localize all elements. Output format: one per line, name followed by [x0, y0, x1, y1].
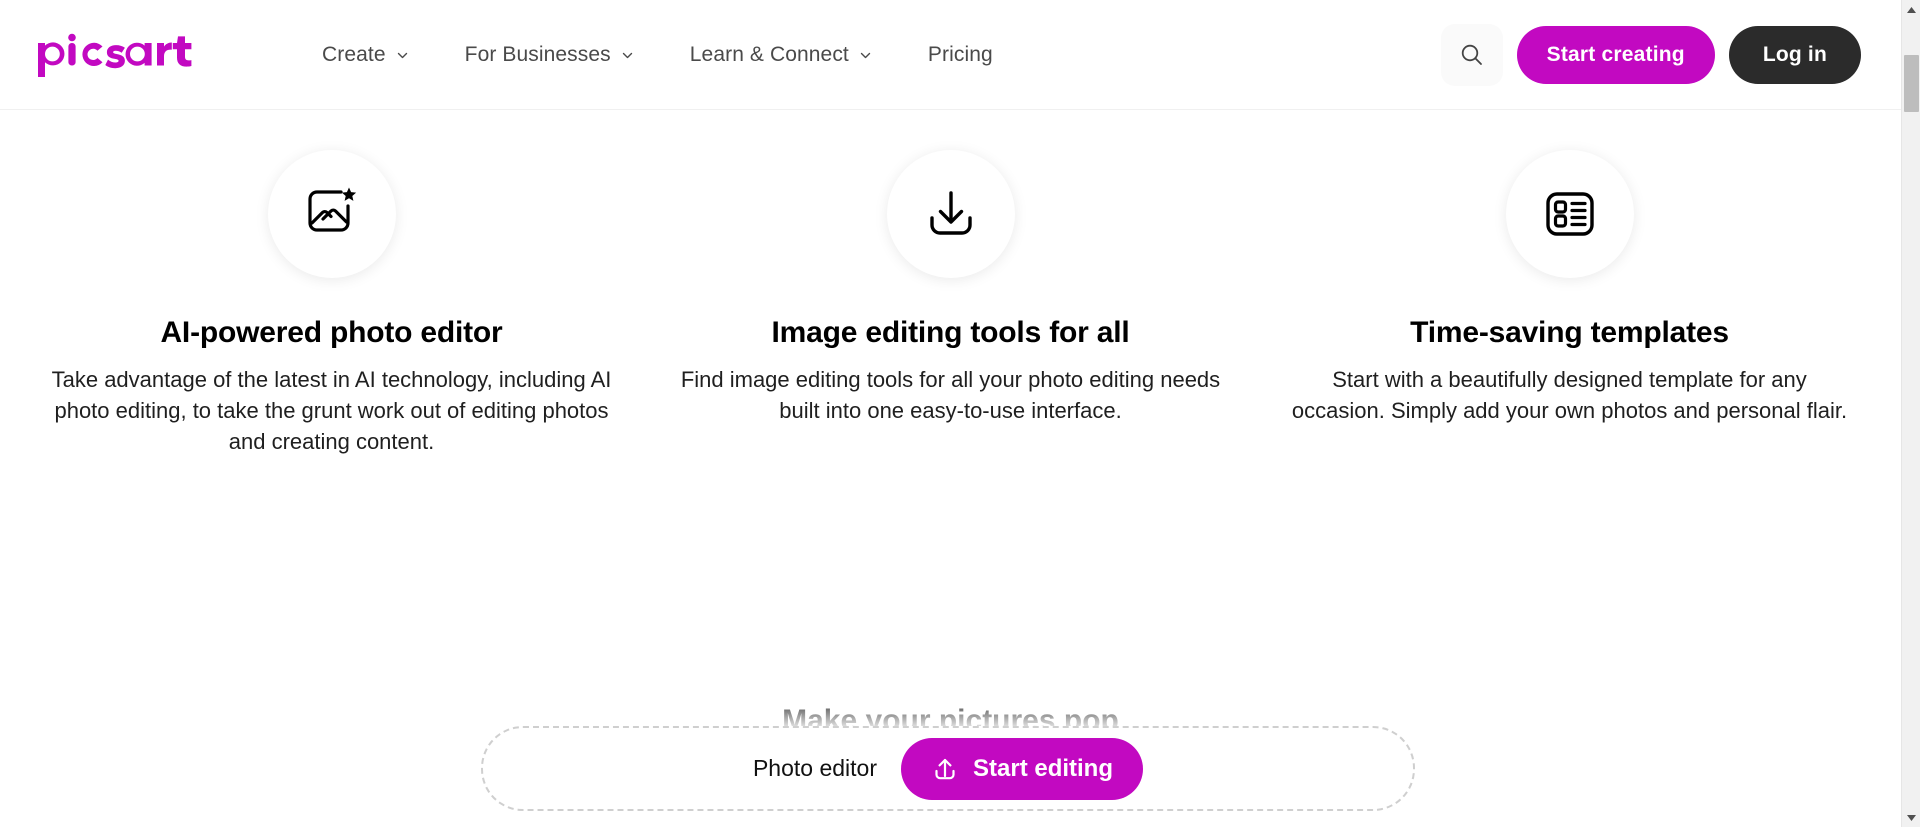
upload-bar-label: Photo editor: [752, 755, 877, 781]
site-header: Create For Businesses Learn & Connect Pr…: [0, 0, 1901, 110]
feature-card-ai-photo-editor: AI-powered photo editor Take advantage o…: [22, 110, 641, 458]
primary-navigation: Create For Businesses Learn & Connect Pr…: [294, 33, 1021, 77]
feature-highlights: AI-powered photo editor Take advantage o…: [0, 110, 1901, 458]
nav-item-label: Create: [322, 42, 386, 66]
header-actions: Start creating Log in: [1440, 23, 1861, 86]
nav-item-create[interactable]: Create: [294, 33, 437, 77]
start-creating-button[interactable]: Start creating: [1516, 25, 1715, 84]
feature-title: Image editing tools for all: [771, 316, 1130, 349]
vertical-scrollbar[interactable]: [1901, 0, 1920, 827]
start-editing-button[interactable]: Start editing: [901, 737, 1144, 800]
chevron-down-icon: [396, 49, 409, 62]
templates-list-icon: [1505, 150, 1634, 278]
search-button[interactable]: [1440, 23, 1503, 86]
feature-title: Time-saving templates: [1410, 316, 1729, 349]
nav-item-for-businesses[interactable]: For Businesses: [437, 33, 662, 77]
triangle-up-icon[interactable]: [1902, 0, 1920, 19]
browser-viewport: Create For Businesses Learn & Connect Pr…: [0, 0, 1901, 827]
nav-item-label: Pricing: [927, 42, 993, 66]
picsart-logo[interactable]: [34, 32, 202, 78]
feature-card-time-saving-templates: Time-saving templates Start with a beaut…: [1260, 110, 1879, 458]
feature-description: Take advantage of the latest in AI techn…: [51, 367, 612, 455]
chevron-down-icon: [621, 49, 634, 62]
photo-editor-upload-bar[interactable]: Photo editor Start editing: [481, 726, 1415, 811]
page-root: Create For Businesses Learn & Connect Pr…: [0, 0, 1920, 827]
nav-item-label: For Businesses: [464, 42, 611, 66]
upload-icon: [931, 755, 959, 783]
nav-item-pricing[interactable]: Pricing: [900, 33, 1021, 77]
download-icon: [886, 150, 1015, 278]
nav-item-label: Learn & Connect: [689, 42, 849, 66]
scroll-thumb[interactable]: [1904, 55, 1919, 112]
nav-item-learn-and-connect[interactable]: Learn & Connect: [662, 33, 900, 77]
search-icon: [1459, 42, 1485, 68]
feature-description: Start with a beautifully designed templa…: [1291, 367, 1848, 424]
feature-description: Find image editing tools for all your ph…: [680, 367, 1221, 424]
feature-title: AI-powered photo editor: [160, 316, 503, 349]
triangle-down-icon[interactable]: [1902, 808, 1920, 827]
chevron-down-icon: [859, 49, 872, 62]
start-editing-label: Start editing: [973, 754, 1114, 782]
feature-card-image-editing-tools: Image editing tools for all Find image e…: [641, 110, 1260, 458]
image-sparkle-icon: [267, 150, 396, 278]
login-button[interactable]: Log in: [1728, 25, 1861, 84]
